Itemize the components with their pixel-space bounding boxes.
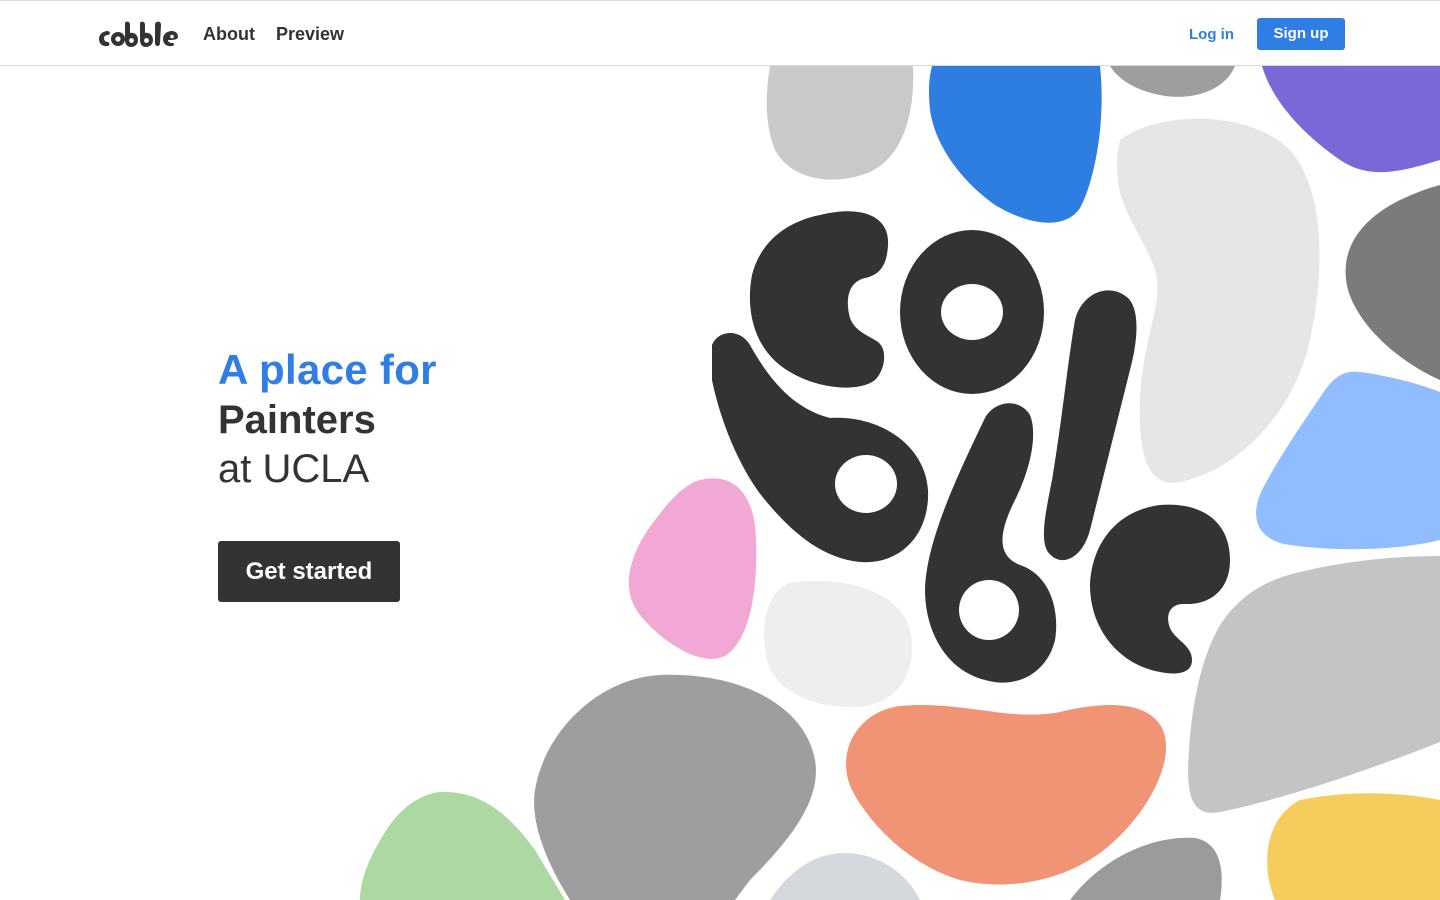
top-navigation-bar: About Preview Log in Sign up xyxy=(0,0,1440,66)
nav-preview-link[interactable]: Preview xyxy=(276,23,344,45)
hero-line-3: at UCLA xyxy=(218,447,370,491)
hero-illustration xyxy=(360,66,1440,900)
nav-about-link[interactable]: About xyxy=(203,23,255,45)
hero-line-2: Painters xyxy=(218,398,376,442)
pebble-blue xyxy=(928,66,1102,223)
pebble-light-gray-top xyxy=(766,66,914,180)
login-button[interactable]: Log in xyxy=(1189,25,1234,45)
pebble-gray-bottom xyxy=(534,674,816,900)
cobble-logo-icon xyxy=(99,21,178,47)
hero-headline: A place for Painters at UCLA xyxy=(218,345,437,493)
pebble-light-gray-large xyxy=(1117,118,1320,483)
pebble-pink xyxy=(628,478,757,659)
pebble-orange xyxy=(845,704,1167,885)
hero-line-1: A place for xyxy=(218,346,437,393)
get-started-button[interactable]: Get started xyxy=(218,541,400,602)
cobble-logo[interactable] xyxy=(98,19,180,49)
pebble-very-light-gray xyxy=(764,580,912,708)
pebble-dark-gray-right xyxy=(1345,185,1440,380)
pebble-gray-top-small xyxy=(1110,66,1235,97)
signup-button[interactable]: Sign up xyxy=(1257,18,1345,50)
pebble-yellow xyxy=(1267,793,1440,900)
pebble-light-gray-bottom xyxy=(770,853,920,900)
pebble-mid-gray-right xyxy=(1188,556,1440,813)
